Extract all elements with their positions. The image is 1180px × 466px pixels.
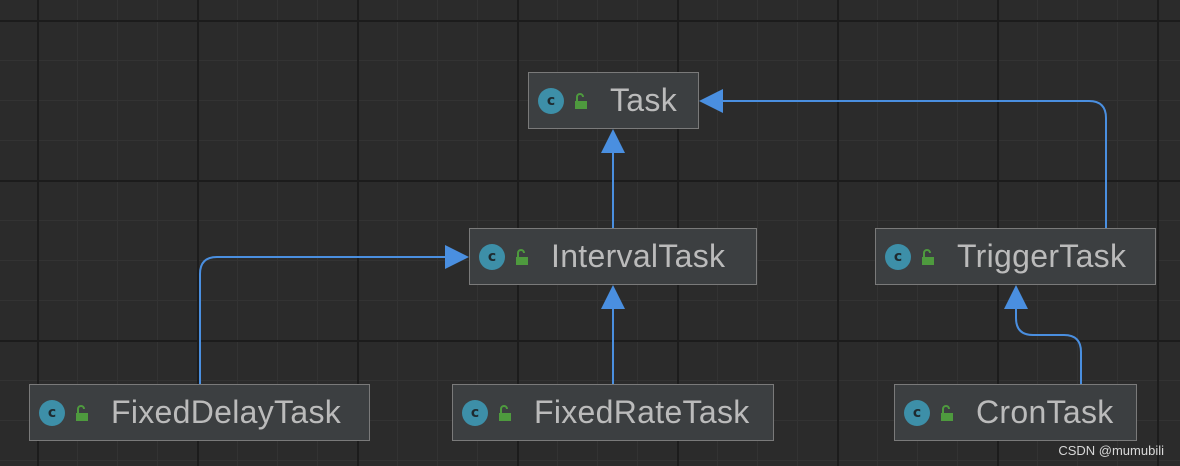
class-icon: c [904,399,930,426]
class-icon: c [479,243,505,270]
unlocked-lock-icon [575,92,587,109]
class-name-intervaltask: IntervalTask [551,238,726,274]
class-node-fixeddelaytask[interactable]: c FixedDelayTask [29,384,370,441]
watermark: CSDN @mumubili [1058,443,1164,458]
class-name-fixedratetask: FixedRateTask [534,394,750,430]
class-name-task: Task [610,82,677,118]
class-node-task[interactable]: c Task [528,72,699,129]
unlocked-lock-icon [499,404,511,421]
edge-triggertask-to-task [722,100,1107,228]
unlocked-lock-icon [941,404,953,421]
unlocked-lock-icon [76,404,88,421]
edge-arrowhead-triggertask-bottom [1004,285,1028,309]
edge-fixeddelaytask-to-intervaltask [199,256,447,384]
class-node-crontask[interactable]: c CronTask [894,384,1137,441]
edge-arrowhead-intervaltask-left [445,245,469,269]
edge-arrowhead-intervaltask-bottom [601,285,625,309]
unlocked-lock-icon [922,248,934,265]
class-node-triggertask[interactable]: c TriggerTask [875,228,1156,285]
unlocked-lock-icon [516,248,528,265]
edge-arrowhead-task-right [699,89,723,113]
edge-arrowhead-task-bottom [601,129,625,153]
class-icon: c [39,399,65,426]
class-name-triggertask: TriggerTask [957,238,1127,274]
class-icon: c [538,87,564,114]
class-name-crontask: CronTask [976,394,1114,430]
class-node-fixedratetask[interactable]: c FixedRateTask [452,384,774,441]
class-icon: c [885,243,911,270]
class-node-intervaltask[interactable]: c IntervalTask [469,228,757,285]
class-name-fixeddelaytask: FixedDelayTask [111,394,342,430]
edge-crontask-to-triggertask [1015,307,1082,384]
class-icon: c [462,399,488,426]
